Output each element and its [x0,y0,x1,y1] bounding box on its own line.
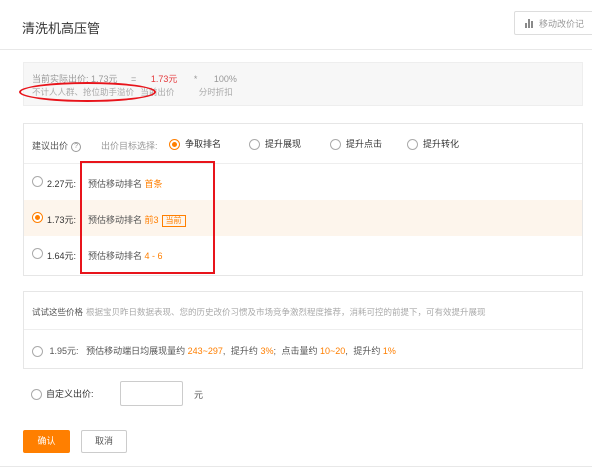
radio-icon[interactable] [249,139,260,151]
radio-selected-icon[interactable] [169,139,180,151]
clicks-range: 10~20 [320,346,346,356]
radio-icon[interactable] [32,346,43,358]
impressions-range: 243~297 [187,346,223,356]
suggested-bid-header: 建议出价? 出价目标选择: 争取排名 提升展现 提升点击 提升转化 [24,124,582,164]
radio-icon[interactable] [407,139,418,151]
try-price-title: 试试这些价格 [32,307,84,317]
annotation-rectangle [80,161,215,274]
page-title: 清洗机高压管 [22,21,101,36]
radio-icon[interactable] [32,176,43,187]
timeslot-discount-label: 分时折扣 [198,87,233,97]
current-bid-value: 1.73元 [150,74,178,84]
times-sign: * [193,74,198,84]
try-price-description: 根据宝贝昨日数据表现、您的历史改价习惯及市场竞争激烈程度推荐，消耗可控的前提下，… [86,307,486,317]
try-price-option[interactable]: 1.95元: 预估移动端日均展现量约 243~297, 提升约 3%; 点击量约… [32,344,396,358]
header-divider [0,49,592,50]
goal-option-rank[interactable]: 争取排名 [169,137,221,151]
bar-chart-icon [525,18,535,28]
try-price-panel: 试试这些价格 根据宝贝昨日数据表现、您的历史改价习惯及市场竞争激烈程度推荐，消耗可… [23,291,583,369]
goal-option-conversion[interactable]: 提升转化 [407,137,459,151]
cancel-button[interactable]: 取消 [81,430,127,453]
clicks-lift: 1% [382,346,396,356]
goal-option-clicks[interactable]: 提升点击 [330,137,382,151]
bid-option-price: 2.27元: [47,179,77,189]
bid-option-price: 1.64元: [47,251,77,261]
custom-bid-input[interactable] [120,381,183,406]
radio-icon[interactable] [32,248,43,259]
radio-icon[interactable] [31,389,42,401]
radio-selected-icon[interactable] [32,212,43,223]
bid-option-price: 1.73元: [47,215,77,225]
goal-option-impressions[interactable]: 提升展现 [249,137,301,151]
confirm-button[interactable]: 确认 [23,430,70,453]
price-history-label: 移动改价记 [539,18,585,29]
equals-sign: = [131,74,137,84]
discount-value: 100% [213,74,237,84]
impressions-lift: 3% [260,346,274,356]
bid-goal-label: 出价目标选择: [101,141,158,151]
custom-bid-option[interactable]: 自定义出价: [31,387,94,401]
footer-divider [0,466,592,467]
custom-bid-label: 自定义出价: [46,389,94,399]
annotation-ellipse [19,82,156,102]
currency-unit: 元 [194,390,204,400]
help-icon[interactable]: ? [71,141,82,152]
radio-icon[interactable] [330,139,341,151]
price-history-button[interactable]: 移动改价记 [514,11,592,35]
suggested-bid-label: 建议出价 [32,141,69,151]
try-price-value: 1.95元: [49,346,79,356]
